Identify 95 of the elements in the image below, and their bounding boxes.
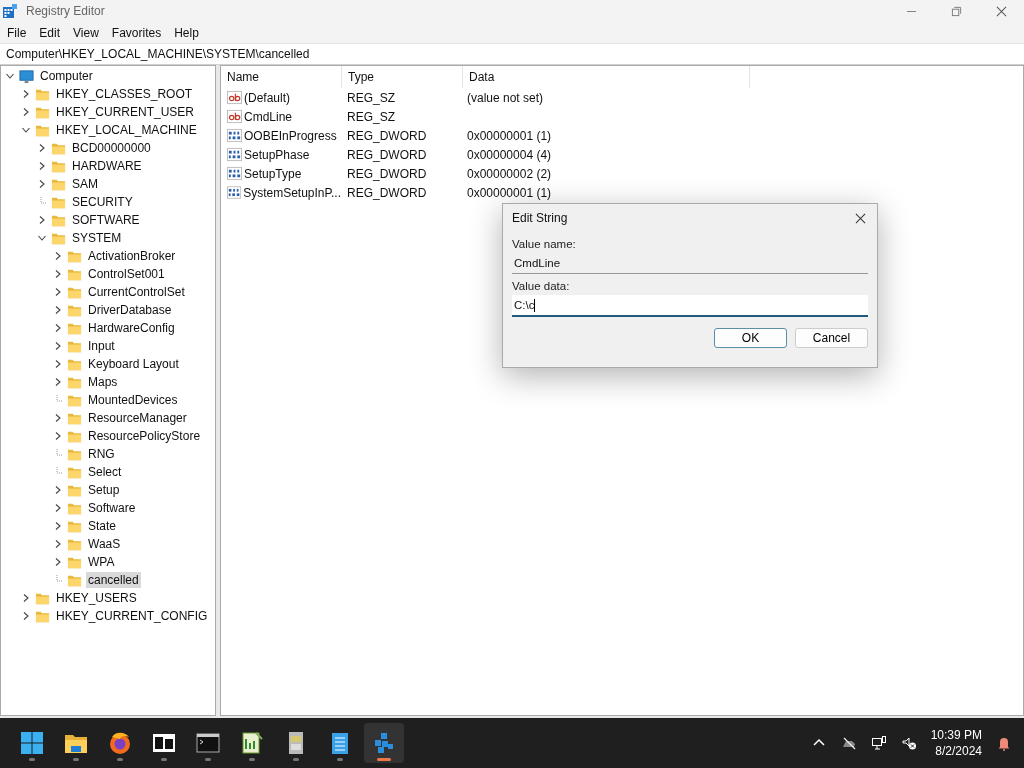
tree-item[interactable]: HKEY_CURRENT_USER — [54, 104, 197, 120]
menu-item[interactable]: Edit — [39, 25, 61, 40]
chevron-right-icon[interactable] — [37, 215, 47, 225]
value-name[interactable]: SetupPhase — [244, 147, 310, 162]
tree-item[interactable]: cancelled — [86, 572, 141, 588]
value-data: 0x00000001 (1) — [466, 128, 553, 143]
tree-item[interactable]: ControlSet001 — [86, 266, 167, 282]
tree-item[interactable]: HKEY_LOCAL_MACHINE — [54, 122, 199, 138]
field-label: Value data: — [512, 280, 570, 292]
close-icon[interactable] — [855, 212, 866, 224]
column-header[interactable]: Name — [221, 66, 342, 88]
tree-line-icon — [53, 575, 63, 585]
binary-value-icon — [227, 147, 242, 162]
tree-item[interactable]: HARDWARE — [70, 158, 144, 174]
tree-item[interactable]: BCD00000000 — [70, 140, 153, 156]
dialog-title: Edit String — [512, 211, 568, 225]
tree-item[interactable]: SAM — [70, 176, 100, 192]
tree-item[interactable]: ResourcePolicyStore — [86, 428, 203, 444]
tree-item[interactable]: State — [86, 518, 119, 534]
cancel-button[interactable]: Cancel — [795, 328, 868, 348]
restore-icon[interactable] — [951, 5, 962, 17]
tree-item[interactable]: Keyboard Layout — [86, 356, 181, 372]
tree-item[interactable]: Setup — [86, 482, 122, 498]
binary-value-icon — [227, 185, 242, 200]
value-type: REG_SZ — [346, 109, 396, 124]
tree-item[interactable]: SOFTWARE — [70, 212, 142, 228]
string-value-icon — [227, 109, 242, 124]
tree-item[interactable]: HKEY_CURRENT_CONFIG — [54, 608, 210, 624]
value-name[interactable]: SetupType — [244, 166, 302, 181]
value-type: REG_DWORD — [346, 185, 428, 200]
tree-item[interactable]: RNG — [86, 446, 117, 462]
address-bar[interactable]: Computer\HKEY_LOCAL_MACHINE\SYSTEM\cancelled — [0, 43, 1024, 65]
value-name[interactable]: OOBEInProgress — [244, 128, 337, 143]
globe-icon — [108, 731, 132, 755]
tree-item[interactable]: HardwareConfig — [86, 320, 177, 336]
tree-line-icon — [53, 395, 63, 405]
chevron-down-icon[interactable] — [37, 233, 47, 243]
string-value-icon — [227, 90, 242, 105]
close-icon[interactable] — [996, 5, 1007, 17]
tree-item[interactable]: WPA — [86, 554, 117, 570]
tree-item[interactable]: SECURITY — [70, 194, 135, 210]
tree-item[interactable]: DriverDatabase — [86, 302, 174, 318]
tree-line-icon — [53, 467, 63, 477]
value-name[interactable]: (Default) — [244, 90, 290, 105]
tree-item[interactable]: Computer — [38, 68, 95, 84]
tree-line-icon — [37, 197, 47, 207]
tree-item[interactable]: HKEY_CLASSES_ROOT — [54, 86, 195, 102]
value-data: 0x00000004 (4) — [466, 147, 553, 162]
tree-item[interactable]: ResourceManager — [86, 410, 189, 426]
chevron-down-icon[interactable] — [5, 71, 15, 81]
field-label: Value name: — [512, 238, 576, 250]
tree-item[interactable]: Maps — [86, 374, 120, 390]
value-type: REG_SZ — [346, 90, 396, 105]
windows-icon — [20, 731, 44, 755]
tree-item[interactable]: HKEY_USERS — [54, 590, 139, 606]
network-icon[interactable] — [870, 735, 887, 751]
menu-item[interactable]: Help — [174, 25, 199, 40]
bell-icon[interactable] — [996, 735, 1012, 751]
speaker-muted-icon[interactable] — [900, 735, 917, 751]
menu-item[interactable]: Favorites — [111, 25, 162, 40]
binary-value-icon — [227, 128, 242, 143]
value-data: 0x00000001 (1) — [466, 185, 553, 200]
column-header[interactable]: Type — [342, 66, 463, 88]
menu-item[interactable]: File — [7, 25, 27, 40]
chevron-down-icon[interactable] — [21, 125, 31, 135]
value-name-field[interactable]: CmdLine — [512, 253, 868, 274]
menu-item[interactable]: View — [73, 25, 99, 40]
ok-button[interactable]: OK — [714, 328, 787, 348]
value-type: REG_DWORD — [346, 166, 428, 181]
value-data: 0x00000002 (2) — [466, 166, 553, 181]
tree-item[interactable]: MountedDevices — [86, 392, 180, 408]
monitor-icon — [18, 68, 35, 84]
column-header[interactable]: Data — [463, 66, 750, 88]
value-data-field[interactable]: C:\c — [512, 295, 868, 317]
tree-item[interactable]: Software — [86, 500, 138, 516]
clock-date[interactable]: 8/2/2024 — [935, 743, 982, 759]
value-data: (value not set) — [466, 90, 545, 105]
cloud-off-icon[interactable] — [840, 735, 857, 751]
clock-time[interactable]: 10:39 PM — [930, 727, 982, 743]
cubes-icon — [372, 731, 396, 755]
value-type: REG_DWORD — [346, 128, 428, 143]
terminal-icon — [196, 731, 220, 755]
tree-item[interactable]: Select — [86, 464, 124, 480]
window-title: Registry Editor — [26, 4, 105, 18]
tree-item[interactable]: CurrentControlSet — [86, 284, 187, 300]
tree-item[interactable]: Input — [86, 338, 117, 354]
tree-line-icon — [53, 449, 63, 459]
value-name[interactable]: SystemSetupInP... — [243, 185, 341, 200]
tree-item[interactable]: SYSTEM — [70, 230, 124, 246]
value-type: REG_DWORD — [346, 147, 428, 162]
binary-value-icon — [227, 166, 242, 181]
document-icon — [240, 731, 264, 755]
tree-item[interactable]: ActivationBroker — [86, 248, 178, 264]
tree-item[interactable]: WaaS — [86, 536, 123, 552]
value-name[interactable]: CmdLine — [244, 109, 293, 124]
